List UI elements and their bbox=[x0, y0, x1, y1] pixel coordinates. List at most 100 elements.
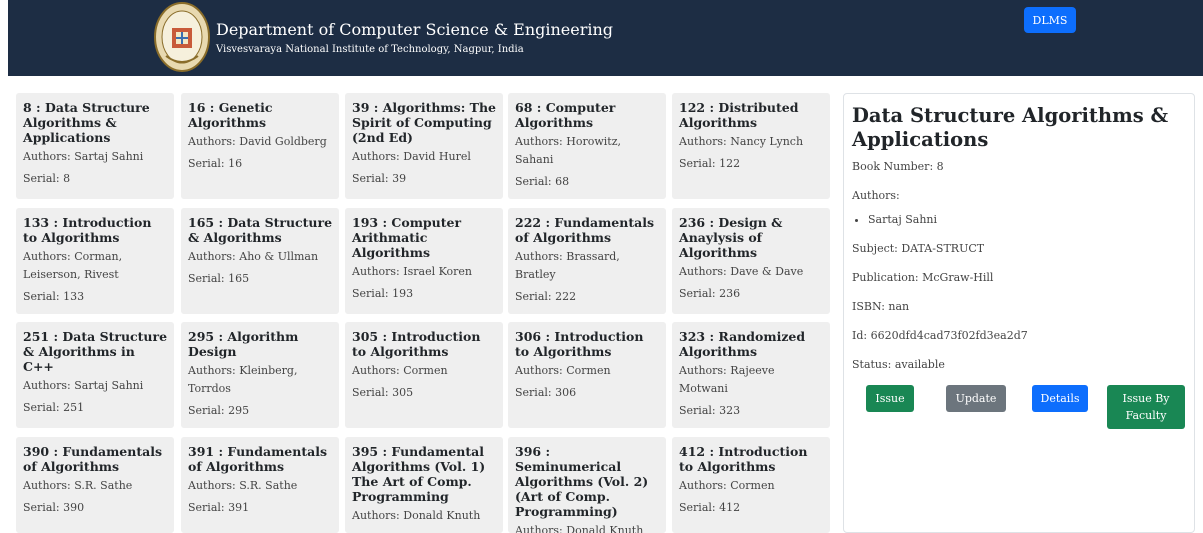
book-card[interactable]: 396 : Seminumerical Algorithms (Vol. 2) … bbox=[508, 437, 666, 533]
book-authors: Authors: Cormen bbox=[352, 364, 448, 377]
book-authors: Authors: S.R. Sathe bbox=[23, 479, 133, 492]
detail-author-list: Sartaj Sahni bbox=[852, 213, 1186, 227]
book-serial: Serial: 390 bbox=[23, 501, 85, 514]
detail-subject: Subject: DATA-STRUCT bbox=[852, 242, 985, 255]
book-authors: Authors: Cormen bbox=[679, 479, 775, 492]
book-serial: Serial: 133 bbox=[23, 290, 85, 303]
book-title: 8 : Data Structure Algorithms & Applicat… bbox=[23, 100, 150, 145]
book-serial: Serial: 222 bbox=[515, 290, 577, 303]
book-authors: Authors: Aho & Ullman bbox=[188, 250, 319, 263]
book-card[interactable]: 133 : Introduction to Algorithms Authors… bbox=[16, 208, 174, 314]
book-authors: Authors: Corman, Leiserson, Rivest bbox=[23, 250, 123, 281]
issue-by-faculty-button[interactable]: Issue By Faculty bbox=[1107, 385, 1185, 429]
book-title: 305 : Introduction to Algorithms bbox=[352, 329, 481, 359]
book-serial: Serial: 251 bbox=[23, 401, 85, 414]
book-authors: Authors: Donald Knuth bbox=[352, 509, 481, 522]
book-serial: Serial: 39 bbox=[352, 172, 407, 185]
book-authors: Authors: Dave & Dave bbox=[679, 265, 804, 278]
book-serial: Serial: 306 bbox=[515, 386, 577, 399]
book-authors: Authors: Sartaj Sahni bbox=[23, 150, 144, 163]
book-title: 395 : Fundamental Algorithms (Vol. 1) Th… bbox=[352, 444, 486, 504]
book-title: 295 : Algorithm Design bbox=[188, 329, 299, 359]
book-card[interactable]: 8 : Data Structure Algorithms & Applicat… bbox=[16, 93, 174, 199]
book-serial: Serial: 16 bbox=[188, 157, 243, 170]
book-title: 16 : Genetic Algorithms bbox=[188, 100, 273, 130]
book-card[interactable]: 412 : Introduction to Algorithms Authors… bbox=[672, 437, 830, 533]
book-card[interactable]: 251 : Data Structure & Algorithms in C++… bbox=[16, 322, 174, 428]
book-title: 222 : Fundamentals of Algorithms bbox=[515, 215, 655, 245]
book-title: 165 : Data Structure & Algorithms bbox=[188, 215, 333, 245]
book-title: 133 : Introduction to Algorithms bbox=[23, 215, 152, 245]
detail-book-number: Book Number: 8 bbox=[852, 160, 944, 173]
book-title: 251 : Data Structure & Algorithms in C++ bbox=[23, 329, 168, 374]
book-serial: Serial: 165 bbox=[188, 272, 250, 285]
book-serial: Serial: 8 bbox=[23, 172, 71, 185]
book-card[interactable]: 390 : Fundamentals of Algorithms Authors… bbox=[16, 437, 174, 533]
book-serial: Serial: 236 bbox=[679, 287, 741, 300]
dlms-button[interactable]: DLMS bbox=[1024, 7, 1076, 33]
detail-publication: Publication: McGraw-Hill bbox=[852, 271, 994, 284]
book-title: 323 : Randomized Algorithms bbox=[679, 329, 806, 359]
update-button[interactable]: Update bbox=[946, 385, 1006, 412]
book-card[interactable]: 39 : Algorithms: The Spirit of Computing… bbox=[345, 93, 503, 199]
book-title: 412 : Introduction to Algorithms bbox=[679, 444, 808, 474]
top-header: Department of Computer Science & Enginee… bbox=[8, 0, 1203, 76]
book-title: 391 : Fundamentals of Algorithms bbox=[188, 444, 328, 474]
detail-status: Status: available bbox=[852, 358, 945, 371]
book-authors: Authors: Nancy Lynch bbox=[679, 135, 804, 148]
book-authors: Authors: Horowitz, Sahani bbox=[515, 135, 622, 166]
book-card[interactable]: 68 : Computer Algorithms Authors: Horowi… bbox=[508, 93, 666, 199]
book-title: 39 : Algorithms: The Spirit of Computing… bbox=[352, 100, 497, 145]
book-title: 396 : Seminumerical Algorithms (Vol. 2) … bbox=[515, 444, 649, 519]
book-card[interactable]: 222 : Fundamentals of Algorithms Authors… bbox=[508, 208, 666, 314]
issue-button[interactable]: Issue bbox=[866, 385, 914, 412]
book-card[interactable]: 236 : Design & Anaylysis of Algorithms A… bbox=[672, 208, 830, 314]
book-serial: Serial: 295 bbox=[188, 404, 250, 417]
book-authors: Authors: Sartaj Sahni bbox=[23, 379, 144, 392]
book-authors: Authors: Kleinberg, Torrdos bbox=[188, 364, 298, 395]
book-authors: Authors: Rajeeve Motwani bbox=[679, 364, 775, 395]
book-title: 306 : Introduction to Algorithms bbox=[515, 329, 644, 359]
book-title: 236 : Design & Anaylysis of Algorithms bbox=[679, 215, 783, 260]
book-detail-panel: Data Structure Algorithms & Applications… bbox=[843, 93, 1195, 533]
book-grid: 8 : Data Structure Algorithms & Applicat… bbox=[16, 93, 831, 533]
book-card[interactable]: 295 : Algorithm Design Authors: Kleinber… bbox=[181, 322, 339, 428]
detail-isbn: ISBN: nan bbox=[852, 300, 910, 313]
book-authors: Authors: S.R. Sathe bbox=[188, 479, 298, 492]
book-title: 68 : Computer Algorithms bbox=[515, 100, 616, 130]
book-card[interactable]: 122 : Distributed Algorithms Authors: Na… bbox=[672, 93, 830, 199]
book-title: 193 : Computer Arithmatic Algorithms bbox=[352, 215, 462, 260]
book-authors: Authors: Donald Knuth bbox=[515, 524, 644, 533]
book-serial: Serial: 323 bbox=[679, 404, 741, 417]
book-serial: Serial: 122 bbox=[679, 157, 741, 170]
department-title: Department of Computer Science & Enginee… bbox=[216, 20, 614, 39]
detail-id: Id: 6620dfd4cad73f02fd3ea2d7 bbox=[852, 329, 1028, 342]
book-card[interactable]: 306 : Introduction to Algorithms Authors… bbox=[508, 322, 666, 428]
book-authors: Authors: Cormen bbox=[515, 364, 611, 377]
detail-authors-label: Authors: bbox=[852, 189, 900, 202]
book-card[interactable]: 323 : Randomized Algorithms Authors: Raj… bbox=[672, 322, 830, 428]
institute-logo bbox=[154, 2, 210, 72]
details-button[interactable]: Details bbox=[1032, 385, 1088, 412]
book-card[interactable]: 305 : Introduction to Algorithms Authors… bbox=[345, 322, 503, 428]
detail-title: Data Structure Algorithms & Applications bbox=[852, 104, 1169, 151]
book-serial: Serial: 193 bbox=[352, 287, 414, 300]
book-card[interactable]: 193 : Computer Arithmatic Algorithms Aut… bbox=[345, 208, 503, 314]
book-authors: Authors: Brassard, Bratley bbox=[515, 250, 620, 281]
detail-actions: Issue Update Details Issue By Faculty bbox=[866, 385, 1186, 435]
book-authors: Authors: David Hurel bbox=[352, 150, 471, 163]
book-title: 122 : Distributed Algorithms bbox=[679, 100, 799, 130]
book-card[interactable]: 391 : Fundamentals of Algorithms Authors… bbox=[181, 437, 339, 533]
book-card[interactable]: 165 : Data Structure & Algorithms Author… bbox=[181, 208, 339, 314]
book-serial: Serial: 412 bbox=[679, 501, 741, 514]
book-authors: Authors: Israel Koren bbox=[352, 265, 472, 278]
book-title: 390 : Fundamentals of Algorithms bbox=[23, 444, 163, 474]
detail-author-item: Sartaj Sahni bbox=[868, 213, 1186, 227]
book-card[interactable]: 395 : Fundamental Algorithms (Vol. 1) Th… bbox=[345, 437, 503, 533]
book-serial: Serial: 68 bbox=[515, 175, 570, 188]
book-authors: Authors: David Goldberg bbox=[188, 135, 327, 148]
book-serial: Serial: 305 bbox=[352, 386, 414, 399]
book-card[interactable]: 16 : Genetic Algorithms Authors: David G… bbox=[181, 93, 339, 199]
institute-subtitle: Visvesvaraya National Institute of Techn… bbox=[216, 44, 524, 55]
book-serial: Serial: 391 bbox=[188, 501, 250, 514]
